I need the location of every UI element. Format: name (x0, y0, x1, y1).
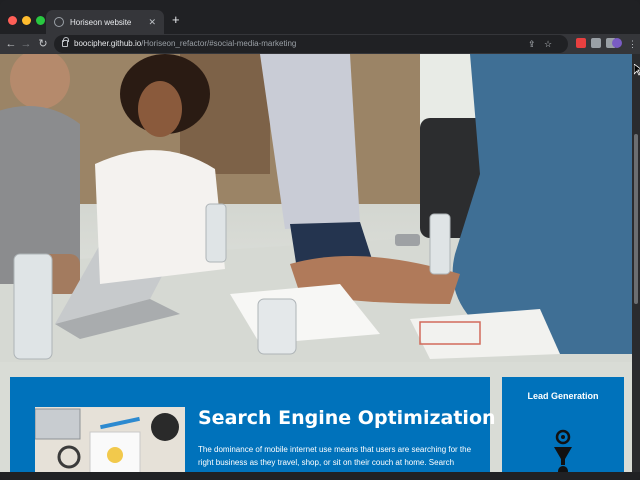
back-button[interactable]: ← (4, 36, 18, 52)
maximize-window-button[interactable] (36, 16, 45, 25)
water-glass-shape (13, 253, 53, 360)
lead-generation-title: Lead Generation (527, 391, 599, 401)
mouse-cursor-icon (634, 64, 640, 76)
coin-shape (558, 466, 568, 472)
lock-icon[interactable] (62, 37, 69, 47)
bookmark-star-icon[interactable]: ☆ (544, 38, 552, 50)
hero-image (0, 54, 632, 362)
browser-window: Horiseon website ✕ + ← → ↻ boocipher.git… (0, 0, 640, 480)
lead-funnel-icon (554, 429, 572, 472)
water-glass-shape (205, 203, 227, 263)
water-glass-shape (257, 298, 297, 355)
person-denim-shirt-shape (452, 54, 632, 354)
share-icon[interactable]: ⇪ (528, 38, 536, 50)
puzzle-icon[interactable] (591, 38, 601, 48)
content-section: Search Engine Optimization The dominance… (0, 362, 632, 472)
extension-icon[interactable] (576, 38, 586, 48)
seo-card: Search Engine Optimization The dominance… (10, 377, 496, 472)
globe-icon (54, 17, 64, 27)
seo-desk-illustration (35, 407, 185, 472)
hero-photo-illustration (0, 54, 632, 362)
pen-cup-shape (151, 413, 179, 441)
gear-center-shape (561, 435, 565, 439)
browser-toolbar: ← → ↻ boocipher.github.io/Horiseon_refac… (0, 34, 640, 54)
page-scrollbar[interactable] (632, 54, 640, 472)
reload-button[interactable]: ↻ (36, 36, 50, 52)
seo-description: The dominance of mobile internet use mea… (198, 445, 472, 472)
funnel-shape (554, 447, 572, 465)
new-tab-button[interactable]: + (172, 13, 180, 27)
profile-avatar[interactable] (612, 38, 622, 48)
forward-button[interactable]: → (19, 36, 33, 52)
menu-icon[interactable]: ⋮ (628, 38, 637, 50)
web-page: Search Engine Optimization The dominance… (0, 54, 640, 472)
url-text[interactable]: boocipher.github.io/Horiseon_refactor/#s… (74, 39, 296, 48)
tab-horiseon[interactable]: Horiseon website ✕ (46, 10, 164, 34)
seo-image (35, 407, 185, 472)
address-bar[interactable]: boocipher.github.io/Horiseon_refactor/#s… (54, 35, 568, 53)
laptop-shape (35, 408, 81, 440)
minimize-window-button[interactable] (22, 16, 31, 25)
watch-shape (395, 234, 420, 246)
window-controls (8, 16, 45, 25)
tab-strip: Horiseon website ✕ + (0, 8, 640, 34)
seo-title: Search Engine Optimization (198, 407, 496, 429)
lead-generation-card: Lead Generation (502, 377, 624, 472)
person-face-shape (138, 81, 182, 137)
lightbulb-shape (107, 447, 123, 463)
url-host: boocipher.github.io (74, 39, 142, 48)
scrollbar-thumb[interactable] (634, 134, 638, 304)
close-window-button[interactable] (8, 16, 17, 25)
tab-title: Horiseon website (70, 17, 132, 27)
url-path: /Horiseon_refactor/#social-media-marketi… (141, 39, 297, 48)
close-tab-icon[interactable]: ✕ (148, 17, 156, 28)
water-glass-shape (429, 213, 451, 275)
